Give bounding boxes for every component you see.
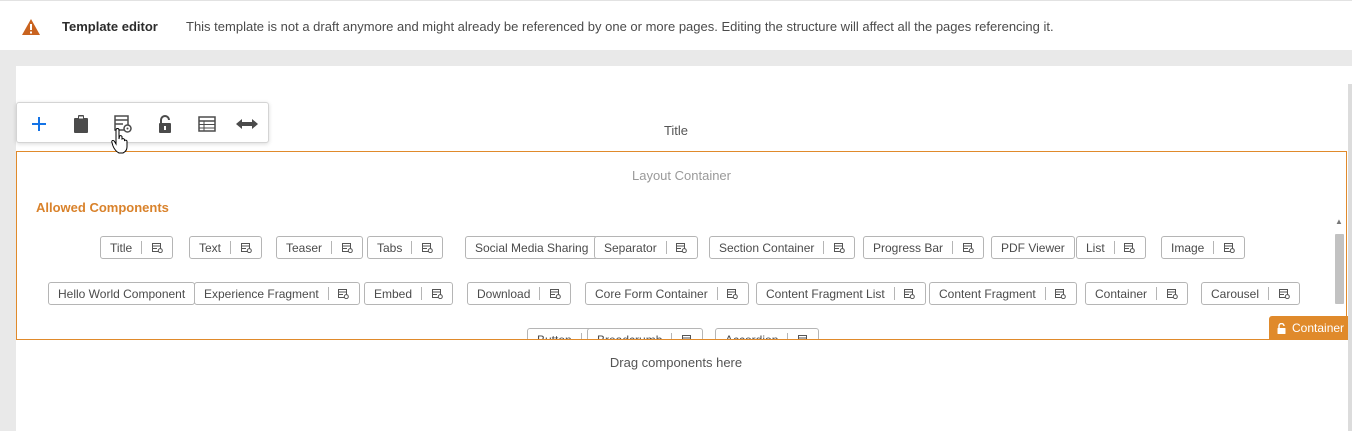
allowed-component-chip[interactable]: Title <box>100 236 174 259</box>
allowed-component-label: Content Fragment List <box>766 286 885 301</box>
allowed-components-title: Allowed Components <box>36 200 169 215</box>
policy-icon[interactable] <box>788 329 818 339</box>
policy-icon[interactable] <box>1157 283 1187 304</box>
policy-icon[interactable] <box>540 283 570 304</box>
paste-icon[interactable] <box>69 112 93 136</box>
allowed-component-chip[interactable]: Separator <box>594 236 698 259</box>
policy-icon[interactable] <box>332 237 362 258</box>
policy-icon[interactable] <box>1214 237 1244 258</box>
allowed-component-label: Image <box>1171 240 1205 255</box>
policy-icon[interactable] <box>895 283 925 304</box>
banner-title: Template editor <box>62 19 158 34</box>
banner-message: This template is not a draft anymore and… <box>186 19 1054 34</box>
allowed-component-label: Button <box>537 332 572 340</box>
drag-components-hint: Drag components here <box>609 355 743 370</box>
allowed-component-label: Hello World Component <box>58 286 186 301</box>
component-toolbar <box>16 102 269 143</box>
allowed-component-label: Breadcrumb <box>597 332 663 340</box>
container-badge[interactable]: Container <box>1269 316 1348 340</box>
allowed-component-label: Progress Bar <box>873 240 944 255</box>
allowed-component-label: Embed <box>374 286 413 301</box>
allowed-component-chip[interactable]: Image <box>1161 236 1246 259</box>
policy-icon[interactable] <box>953 237 983 258</box>
policy-icon[interactable] <box>231 237 261 258</box>
allowed-component-label: PDF Viewer <box>1001 240 1065 255</box>
allowed-component-chip[interactable]: Core Form Container <box>585 282 749 305</box>
policy-icon[interactable] <box>422 283 452 304</box>
allowed-component-chip[interactable]: Section Container <box>709 236 856 259</box>
allowed-component-chip[interactable]: Accordion <box>715 328 820 340</box>
allowed-component-chip[interactable]: Tabs <box>367 236 444 259</box>
allowed-component-label: Section Container <box>719 240 815 255</box>
warning-icon <box>21 18 41 36</box>
allowed-component-label: Container <box>1095 286 1148 301</box>
allowed-component-label: Download <box>477 286 531 301</box>
table-icon[interactable] <box>195 112 219 136</box>
allowed-component-chip[interactable]: Embed <box>364 282 454 305</box>
allowed-component-label: Social Media Sharing <box>475 240 589 255</box>
layout-container-label: Layout Container <box>631 168 731 183</box>
allowed-component-label: Accordion <box>725 332 779 340</box>
warning-banner: Template editor This template is not a d… <box>0 0 1352 50</box>
allowed-component-label: Title <box>110 240 133 255</box>
allowed-component-chip[interactable]: Content Fragment List <box>756 282 926 305</box>
scroll-up-icon[interactable]: ▲ <box>1335 218 1343 226</box>
scroll-thumb[interactable] <box>1335 234 1344 304</box>
allowed-component-chip[interactable]: Progress Bar <box>863 236 985 259</box>
allowed-component-label: Tabs <box>377 240 403 255</box>
allowed-component-chip[interactable]: Download <box>467 282 572 305</box>
add-icon[interactable] <box>27 112 51 136</box>
unlock-icon[interactable] <box>153 112 177 136</box>
allowed-component-chip[interactable]: List <box>1076 236 1146 259</box>
allowed-component-chip[interactable]: PDF Viewer <box>991 236 1075 259</box>
allowed-component-label: List <box>1086 240 1105 255</box>
allowed-component-chip[interactable]: Hello World Component <box>48 282 196 305</box>
allowed-component-label: Carousel <box>1211 286 1260 301</box>
unlock-icon <box>1277 322 1286 334</box>
allowed-component-label: Core Form Container <box>595 286 708 301</box>
policy-icon[interactable] <box>142 237 172 258</box>
resize-icon[interactable] <box>235 112 259 136</box>
allowed-component-chip[interactable]: Breadcrumb <box>587 328 704 340</box>
allowed-component-label: Teaser <box>286 240 323 255</box>
policy-icon[interactable] <box>718 283 748 304</box>
policy-icon[interactable] <box>672 329 702 339</box>
allowed-component-chip[interactable]: Social Media Sharing <box>465 236 599 259</box>
allowed-component-label: Text <box>199 240 222 255</box>
allowed-component-chip[interactable]: Content Fragment <box>929 282 1077 305</box>
allowed-component-chip[interactable]: Carousel <box>1201 282 1301 305</box>
policy-icon[interactable] <box>1269 283 1299 304</box>
policy-icon[interactable] <box>667 237 697 258</box>
allowed-component-label: Experience Fragment <box>204 286 319 301</box>
policy-icon[interactable] <box>412 237 442 258</box>
allowed-component-chip[interactable]: Teaser <box>276 236 364 259</box>
allowed-component-label: Separator <box>604 240 657 255</box>
policy-icon[interactable] <box>329 283 359 304</box>
layout-container[interactable]: Layout Container Allowed Components Titl… <box>16 151 1347 340</box>
allowed-component-chip[interactable]: Text <box>189 236 263 259</box>
allowed-component-chip[interactable]: Container <box>1085 282 1189 305</box>
policy-icon[interactable] <box>1115 237 1145 258</box>
container-badge-label: Container <box>1292 321 1345 335</box>
policy-icon[interactable] <box>824 237 854 258</box>
policy-icon[interactable] <box>111 112 135 136</box>
policy-icon[interactable] <box>1046 283 1076 304</box>
allowed-component-chip[interactable]: Experience Fragment <box>194 282 360 305</box>
allowed-component-label: Content Fragment <box>939 286 1036 301</box>
